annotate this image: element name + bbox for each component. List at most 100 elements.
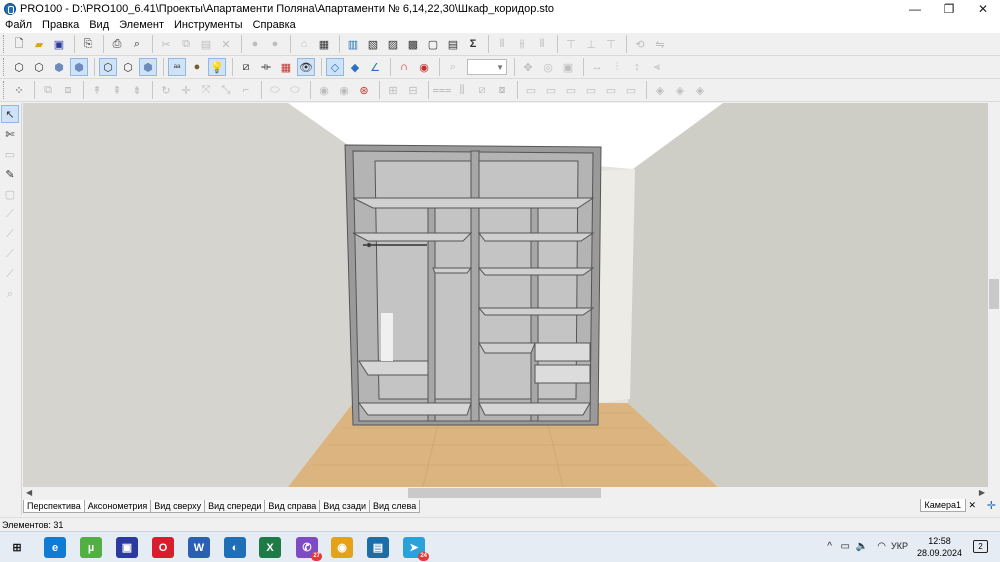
zoom-combo[interactable]: ▼ [467,59,507,75]
angle-icon[interactable]: ∠ [366,58,384,76]
view-wireframe-icon[interactable]: ⬡ [10,58,28,76]
magnet-icon[interactable]: ∩ [395,58,413,76]
word-icon[interactable]: W [188,537,210,558]
cabinet-b-icon[interactable]: ⊟ [404,81,422,99]
catalog-icon[interactable]: ⌂ [295,35,313,53]
brush-a-icon[interactable]: ⟋ [1,205,19,223]
align-center-icon[interactable]: ⫵ [513,35,531,53]
panel-a-icon[interactable]: ▭ [522,81,540,99]
zoom-icon[interactable]: ⌕ [444,58,462,76]
dimension-icon[interactable]: ⟛ [257,58,275,76]
utorrent-icon[interactable]: µ [80,537,102,558]
horizontal-scrollbar[interactable]: ◀ ▶ [23,487,988,499]
cutting-icon[interactable]: ▨ [384,35,402,53]
vertical-scroll-thumb[interactable] [989,279,999,309]
group-icon[interactable]: ⧉ [39,81,57,99]
points-grid-icon[interactable]: ⁘ [10,81,28,99]
drop-icon[interactable]: ⇟ [128,81,146,99]
text-labels-icon[interactable]: ᵃᵃ [168,58,186,76]
view-outline-icon[interactable]: ⬡ [30,58,48,76]
opera-icon[interactable]: O [152,537,174,558]
scissors-icon[interactable]: ✄ [1,125,19,143]
tab-camera[interactable]: Камера1 [919,499,966,512]
undo-icon[interactable]: ● [246,35,264,53]
pro100-icon[interactable]: ◐ [224,537,246,558]
print-preview-icon[interactable]: ⌕ [128,35,146,53]
toolbar-grip[interactable] [3,81,7,99]
center-icon[interactable]: ✛ [177,81,195,99]
paste-icon[interactable]: ▤ [197,35,215,53]
toolbar-grip[interactable] [3,58,7,76]
export-icon[interactable]: ⎘ [79,35,97,53]
brush-b-icon[interactable]: ⟋ [1,225,19,243]
resize-icon[interactable]: ⤡ [217,81,235,99]
rotate-cw-icon[interactable]: ↻ [157,81,175,99]
menu-tools[interactable]: Инструменты [169,19,248,31]
photos-icon[interactable]: ▤ [367,537,389,558]
eyedropper-icon[interactable]: ✎ [1,165,19,183]
view-toggle-alt-icon[interactable]: ◉ [335,81,353,99]
viber-icon[interactable]: ✆ 27 [296,537,322,561]
rotate-icon[interactable]: ⟲ [631,35,649,53]
orbit-icon[interactable]: ◎ [539,58,557,76]
delete-icon[interactable]: ✕ [217,35,235,53]
panel-e-icon[interactable]: ▭ [602,81,620,99]
panel-f-icon[interactable]: ▭ [622,81,640,99]
volume-icon[interactable]: 🔈 [856,541,868,552]
align-left-icon[interactable]: ⫴ [493,35,511,53]
language-indicator[interactable]: УКР [891,541,908,551]
report-icon[interactable]: ▥ [344,35,362,53]
wifi-icon[interactable]: ◠ [877,541,886,552]
copy-icon[interactable]: ⧉ [177,35,195,53]
fold-icon[interactable]: ⌐ [237,81,255,99]
tab-back-view[interactable]: Вид сзади [319,500,370,513]
depth-icon[interactable]: ⫷ [648,58,666,76]
box-icon[interactable]: ▢ [1,185,19,203]
vertical-scrollbar[interactable] [988,103,1000,487]
telegram-icon[interactable]: ➤ 24 [403,537,429,561]
hardware-icon[interactable]: ▢ [424,35,442,53]
up-arrow-icon[interactable]: ↟ [88,81,106,99]
tab-left-view[interactable]: Вид слева [368,500,421,513]
maximize-button[interactable]: ❐ [932,0,966,17]
panel-d-icon[interactable]: ▭ [582,81,600,99]
panel-b-icon[interactable]: ▭ [542,81,560,99]
cut-icon[interactable]: ✂ [157,35,175,53]
edge-icon[interactable]: e [44,537,66,558]
hatch-icon[interactable]: ⧄ [237,58,255,76]
menu-view[interactable]: Вид [84,19,114,31]
align-top-icon[interactable]: ⊤ [562,35,580,53]
scroll-right-icon[interactable]: ▶ [979,488,985,497]
zoom-tool-icon[interactable]: ⌕ [1,285,19,303]
close-button[interactable]: ✕ [966,0,1000,17]
panel-c-icon[interactable]: ▭ [562,81,580,99]
select-arrow-icon[interactable]: ↖ [1,105,19,123]
notifications-icon[interactable]: 2 [973,540,988,553]
align-right-icon[interactable]: ⫴ [533,35,551,53]
clock[interactable]: 12:58 28.09.2024 [917,535,962,559]
camera-close-icon[interactable]: ✕ [968,500,976,511]
material-b-icon[interactable]: ◈ [671,81,689,99]
tab-right-view[interactable]: Вид справа [264,500,321,513]
light-bulb-icon[interactable]: 💡 [208,58,226,76]
save-icon[interactable]: ▣ [116,537,138,558]
align-middle-icon[interactable]: ⊥ [582,35,600,53]
shelf-icon[interactable]: ⩶ [433,81,452,99]
snap-icon[interactable]: ◇ [326,58,344,76]
view-mode-a-icon[interactable]: ⬡ [99,58,117,76]
excel-icon[interactable]: X [259,537,281,558]
redo-icon[interactable]: ● [266,35,284,53]
3d-viewport[interactable] [23,103,988,487]
spacing-icon[interactable]: ⫶ [608,58,626,76]
height-icon[interactable]: ↕ [628,58,646,76]
chrome-icon[interactable]: ◉ [331,537,353,558]
material-a-icon[interactable]: ◈ [651,81,669,99]
view-solid-icon[interactable]: ⬢ [50,58,68,76]
material-c-icon[interactable]: ◈ [691,81,709,99]
menu-help[interactable]: Справка [248,19,301,31]
sum-icon[interactable]: Σ [464,35,482,53]
elements-list-icon[interactable]: ▩ [404,35,422,53]
open-folder-icon[interactable]: ▰ [30,35,48,53]
new-file-icon[interactable]: 🗋 [10,35,28,53]
divider-icon[interactable]: ⫼ [453,81,471,99]
